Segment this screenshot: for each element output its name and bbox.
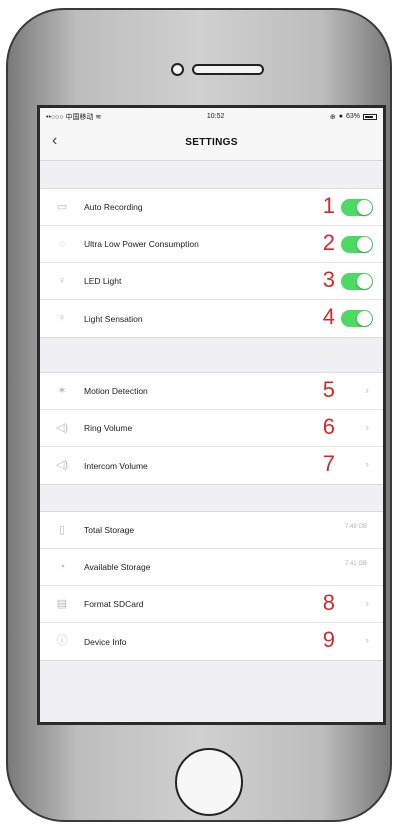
setting-label: LED Light bbox=[84, 276, 122, 286]
setting-label: Format SDCard bbox=[84, 599, 144, 609]
led-light-toggle[interactable] bbox=[341, 273, 373, 290]
battery-percent: 63% bbox=[345, 113, 360, 120]
setting-row-motion-detection[interactable]: ✶ Motion Detection 5 › bbox=[40, 373, 383, 410]
format-icon: ▤ bbox=[56, 597, 68, 610]
auto-recording-toggle[interactable] bbox=[341, 199, 373, 216]
setting-label: Ultra Low Power Consumption bbox=[84, 239, 199, 249]
setting-label: Motion Detection bbox=[84, 386, 148, 396]
clock: 10:52 bbox=[206, 113, 225, 120]
annotation-number: 1 bbox=[322, 193, 335, 218]
light-sensation-toggle[interactable] bbox=[341, 310, 373, 327]
setting-row-led-light[interactable]: ♀ LED Light 3 bbox=[40, 263, 383, 300]
storage-value: 7.41 GB bbox=[344, 561, 367, 567]
annotation-number: 3 bbox=[322, 267, 335, 292]
setting-label: Total Storage bbox=[84, 525, 135, 535]
chevron-right-icon: › bbox=[365, 385, 369, 397]
earpiece-speaker bbox=[192, 64, 264, 75]
alarm-icon: ● bbox=[338, 113, 343, 120]
annotation-number: 5 bbox=[322, 377, 335, 402]
app-screen: ••○○○ 中国移动 ≋ 10:52 ⊕ ● 63% ‹ SETTINGS ▭ … bbox=[37, 105, 386, 725]
storage-value: 7.49 GB bbox=[344, 524, 367, 530]
toggle-settings-group: ▭ Auto Recording 1 ◌ Ultra Low Power Con… bbox=[40, 188, 383, 338]
speaker-icon: ◁) bbox=[55, 459, 69, 471]
front-camera bbox=[171, 63, 184, 76]
annotation-number: 8 bbox=[322, 590, 335, 615]
sdcard-icon: ▯ bbox=[58, 523, 66, 536]
setting-label: Light Sensation bbox=[84, 313, 143, 324]
section-spacer bbox=[40, 338, 383, 372]
setting-row-total-storage: ▯ Total Storage 7.49 GB bbox=[40, 512, 383, 549]
navigation-bar: ‹ SETTINGS bbox=[40, 125, 383, 161]
annotation-number: 7 bbox=[322, 451, 335, 476]
pie-icon: ◔ bbox=[58, 560, 66, 573]
setting-row-available-storage: ◔ Available Storage 7.41 GB bbox=[40, 549, 383, 586]
annotation-number: 2 bbox=[322, 230, 335, 255]
running-person-icon: ✶ bbox=[57, 384, 67, 397]
camera-icon: ▭ bbox=[56, 200, 68, 213]
setting-label: Ring Volume bbox=[84, 423, 133, 433]
chevron-right-icon: › bbox=[365, 422, 369, 434]
annotation-number: 6 bbox=[322, 414, 335, 439]
ultra-low-power-toggle[interactable] bbox=[341, 236, 373, 253]
power-icon: ◌ bbox=[58, 237, 66, 250]
back-arrow-icon[interactable]: ‹ bbox=[52, 133, 57, 149]
home-button[interactable] bbox=[175, 748, 243, 816]
info-icon: ⓘ bbox=[56, 635, 68, 647]
location-icon: ⊕ bbox=[329, 113, 336, 121]
section-spacer bbox=[40, 485, 383, 511]
page-title: SETTINGS bbox=[185, 137, 238, 148]
setting-row-format-sdcard[interactable]: ▤ Format SDCard 8 › bbox=[40, 586, 383, 623]
detection-settings-group: ✶ Motion Detection 5 › ◁) Ring Volume 6 … bbox=[40, 372, 383, 485]
annotation-number: 9 bbox=[322, 627, 335, 652]
setting-label: Available Storage bbox=[84, 562, 151, 572]
setting-row-light-sensation[interactable]: ♀ Light Sensation 4 bbox=[40, 300, 383, 337]
phone-frame: ••○○○ 中国移动 ≋ 10:52 ⊕ ● 63% ‹ SETTINGS ▭ … bbox=[6, 8, 392, 822]
chevron-right-icon: › bbox=[365, 459, 369, 471]
setting-label: Intercom Volume bbox=[84, 460, 148, 471]
carrier-label: ••○○○ 中国移动 bbox=[46, 113, 94, 121]
setting-row-auto-recording[interactable]: ▭ Auto Recording 1 bbox=[40, 189, 383, 226]
speaker-icon: ◁) bbox=[55, 421, 69, 434]
setting-label: Device Info bbox=[84, 636, 127, 647]
setting-row-ring-volume[interactable]: ◁) Ring Volume 6 › bbox=[40, 410, 383, 447]
setting-row-device-info[interactable]: ⓘ Device Info 9 › bbox=[40, 623, 383, 660]
chevron-right-icon: › bbox=[365, 598, 369, 610]
battery-icon bbox=[363, 113, 377, 120]
setting-label: Auto Recording bbox=[84, 202, 143, 212]
bulb-sense-icon: ♀ bbox=[57, 312, 67, 324]
bulb-icon: ♀ bbox=[57, 274, 67, 287]
section-spacer bbox=[40, 161, 383, 188]
status-bar: ••○○○ 中国移动 ≋ 10:52 ⊕ ● 63% bbox=[40, 108, 383, 125]
wifi-icon: ≋ bbox=[95, 113, 102, 121]
setting-row-ultra-low-power[interactable]: ◌ Ultra Low Power Consumption 2 bbox=[40, 226, 383, 263]
chevron-right-icon: › bbox=[365, 635, 369, 647]
annotation-number: 4 bbox=[322, 304, 335, 329]
setting-row-intercom-volume[interactable]: ◁) Intercom Volume 7 › bbox=[40, 447, 383, 484]
storage-settings-group: ▯ Total Storage 7.49 GB ◔ Available Stor… bbox=[40, 511, 383, 661]
